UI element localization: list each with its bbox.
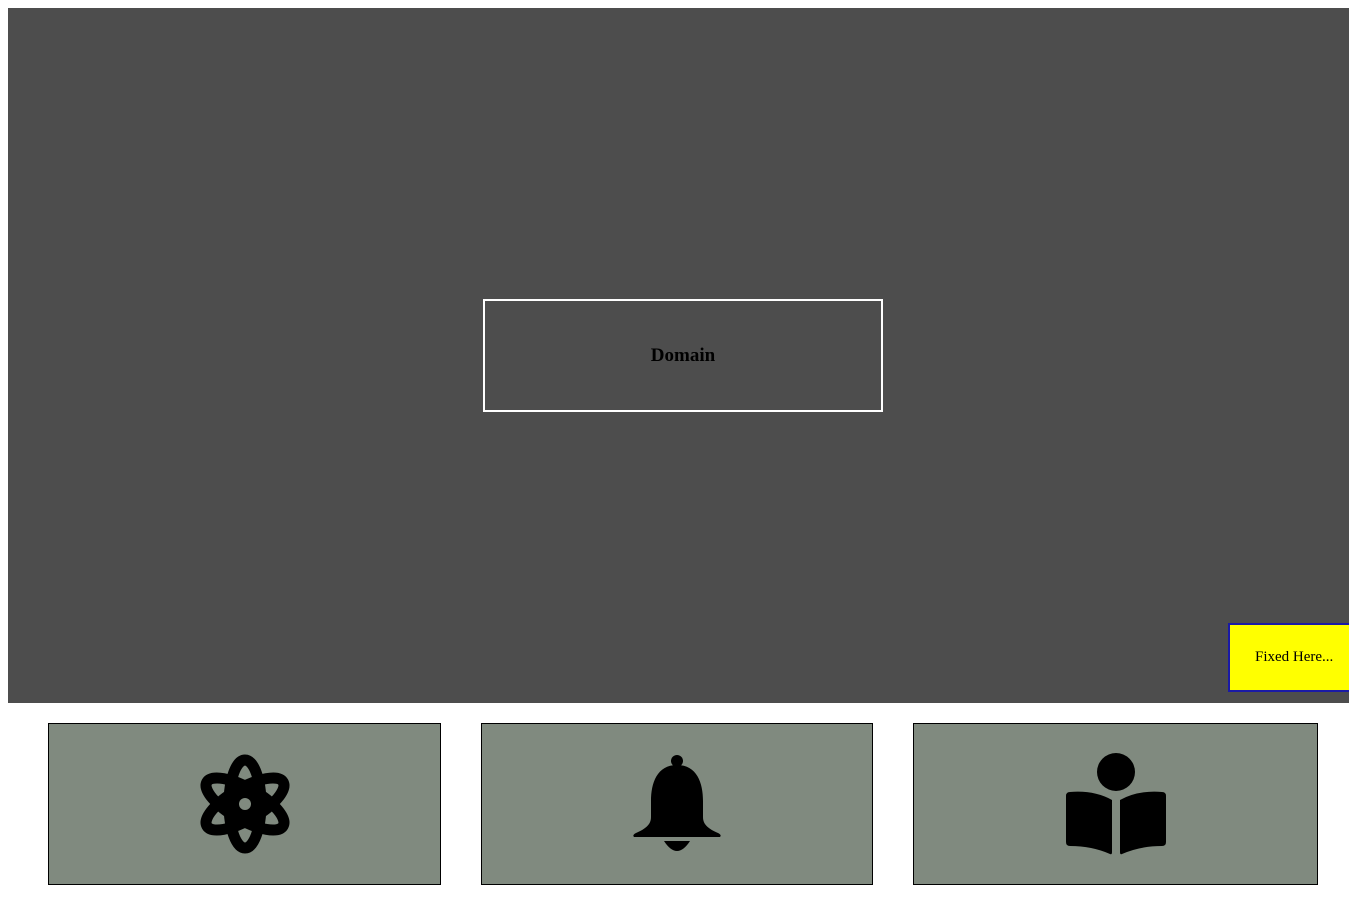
domain-box[interactable]: Domain	[483, 299, 883, 412]
book-reader-icon	[1064, 752, 1168, 856]
card-bell[interactable]	[481, 723, 873, 885]
bell-icon	[631, 753, 723, 855]
domain-label: Domain	[650, 344, 716, 366]
fixed-badge-label: Fixed Here...	[1255, 649, 1334, 665]
atom-icon	[199, 753, 291, 855]
fixed-badge[interactable]: Fixed Here...	[1228, 623, 1349, 692]
hero-section: Domain	[8, 8, 1349, 703]
card-book-reader[interactable]	[913, 723, 1318, 885]
card-atom[interactable]	[48, 723, 441, 885]
